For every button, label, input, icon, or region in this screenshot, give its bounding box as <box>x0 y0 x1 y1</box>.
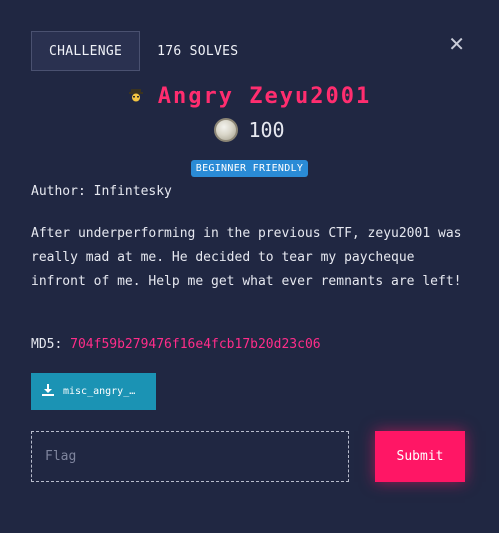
md5-label: MD5: <box>31 337 71 352</box>
challenge-modal: CHALLENGE 176 SOLVES ✕ Angry Zeyu2001 10… <box>0 0 499 533</box>
submit-button[interactable]: Submit <box>375 431 465 482</box>
badge-row: BEGINNER FRIENDLY <box>0 160 499 177</box>
tab-challenge[interactable]: CHALLENGE <box>31 31 141 71</box>
difficulty-badge: BEGINNER FRIENDLY <box>190 160 309 177</box>
tab-solves[interactable]: 176 SOLVES <box>140 31 255 71</box>
challenge-author: Author: Infintesky <box>31 184 172 199</box>
md5-line: MD5: 704f59b279476f16e4fcb17b20d23c06 <box>31 337 321 352</box>
download-file-button[interactable]: misc_angry_… <box>31 373 156 410</box>
flag-input[interactable] <box>31 431 349 482</box>
detective-emoji-icon <box>128 87 144 107</box>
coin-icon <box>214 118 239 142</box>
close-icon[interactable]: ✕ <box>448 34 465 54</box>
challenge-description: After underperforming in the previous CT… <box>31 226 462 289</box>
points-row: 100 <box>0 118 499 142</box>
challenge-points: 100 <box>248 118 285 142</box>
modal-tabs: CHALLENGE 176 SOLVES <box>31 31 255 71</box>
challenge-header: Angry Zeyu2001 <box>0 84 499 109</box>
download-file-name: misc_angry_… <box>63 386 136 397</box>
download-icon <box>41 382 55 401</box>
challenge-title: Angry Zeyu2001 <box>157 84 372 109</box>
md5-hash: 704f59b279476f16e4fcb17b20d23c06 <box>70 337 321 352</box>
